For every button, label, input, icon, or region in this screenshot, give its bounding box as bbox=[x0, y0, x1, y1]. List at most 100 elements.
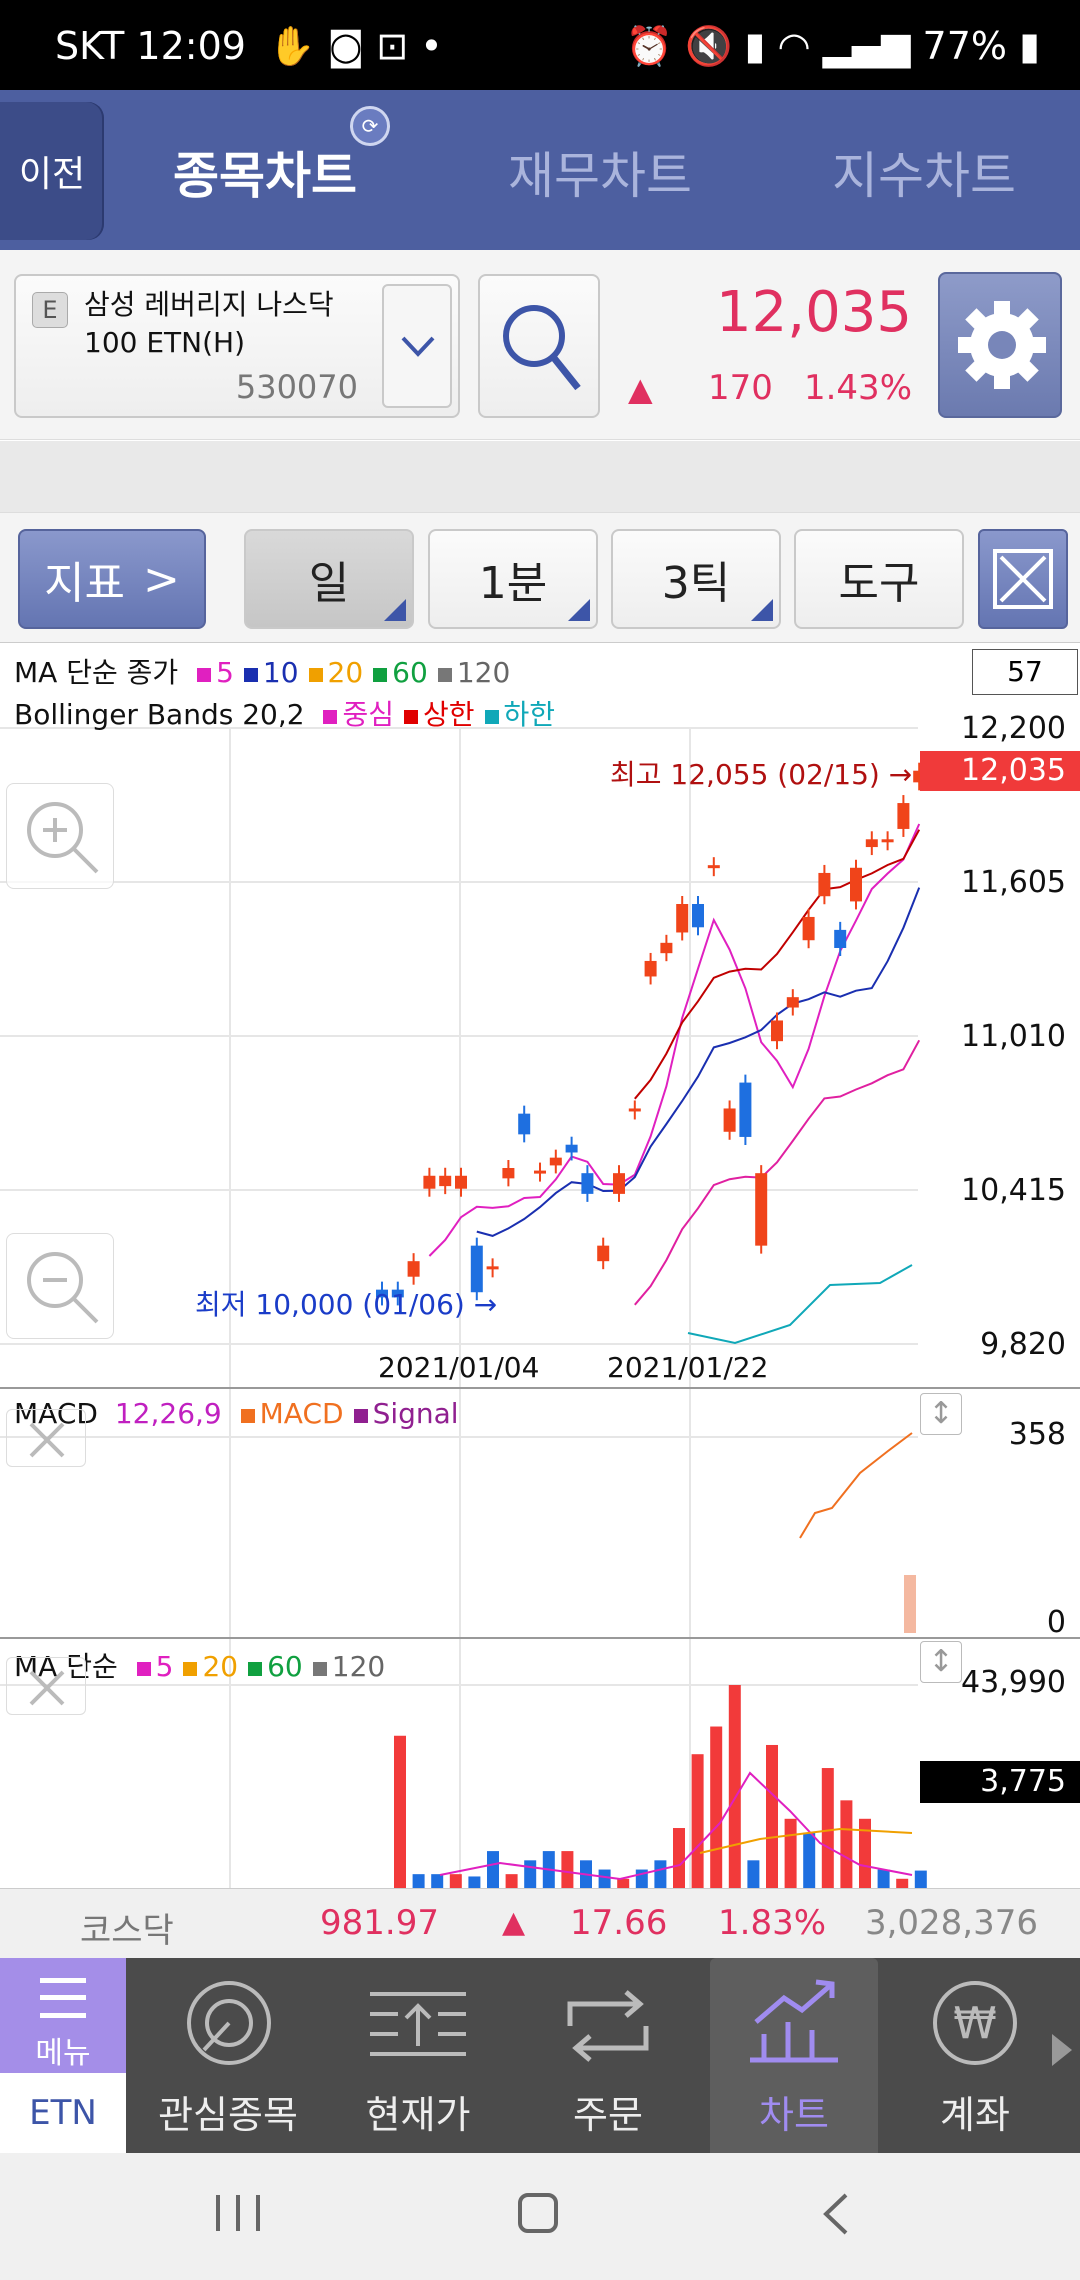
ma10-line bbox=[476, 887, 921, 1237]
close-volume-button[interactable] bbox=[6, 1657, 86, 1715]
legend-item: 120 bbox=[312, 1650, 385, 1683]
close-icon bbox=[29, 1670, 65, 1706]
candle-body bbox=[423, 1175, 436, 1189]
candle-count-box[interactable]: 57 bbox=[972, 649, 1078, 695]
tab-financial-chart[interactable]: 재무차트 bbox=[508, 136, 692, 208]
ma-legend: MA 단순 종가 5 10 20 60 120 bbox=[14, 651, 510, 691]
fullscreen-button[interactable] bbox=[978, 529, 1068, 629]
legend-item: MACD bbox=[240, 1397, 344, 1430]
volume-bar bbox=[691, 1754, 704, 1888]
volume-bar bbox=[394, 1735, 406, 1888]
legend-item: 60 bbox=[248, 1650, 303, 1683]
x-label: 2021/01/22 bbox=[607, 1351, 769, 1384]
ma-legend-prefix: MA 단순 종가 bbox=[14, 656, 179, 689]
candle-body bbox=[644, 960, 657, 977]
nav-watchlist[interactable]: 관심종목 bbox=[144, 1958, 312, 2153]
recent-apps-icon[interactable] bbox=[216, 2195, 260, 2231]
candle-body bbox=[439, 1175, 452, 1187]
tab-stock-chart[interactable]: 종목차트 bbox=[173, 136, 357, 208]
market-index-bar[interactable]: 코스닥 981.97 ▲ 17.66 1.83% 3,028,376 bbox=[0, 1888, 1080, 1958]
stock-dropdown-button[interactable] bbox=[382, 284, 452, 408]
sync-icon[interactable]: ⟳ bbox=[350, 106, 390, 146]
zoom-out-button[interactable] bbox=[6, 1233, 114, 1339]
candle-body bbox=[628, 1108, 641, 1112]
y-label: 9,820 bbox=[980, 1327, 1066, 1362]
menu-button[interactable]: 메뉴 ETN bbox=[0, 1958, 126, 2153]
status-left: SKT 12:09 ✋ ◙ ⊡ • bbox=[55, 24, 443, 69]
volume-bar bbox=[449, 1874, 462, 1888]
minute-button[interactable]: 1분 bbox=[428, 529, 598, 629]
period-day-button[interactable]: 일 bbox=[244, 529, 414, 629]
legend-item: 중심 bbox=[323, 698, 394, 731]
etn-badge: E bbox=[32, 292, 68, 328]
dropdown-corner-icon bbox=[568, 599, 590, 621]
volume-bar bbox=[654, 1860, 667, 1888]
resize-volume-icon[interactable]: ↕ bbox=[920, 1641, 962, 1683]
indicator-button[interactable]: 지표 > bbox=[18, 529, 206, 629]
nav-account[interactable]: ₩ 계좌 bbox=[900, 1958, 1050, 2153]
candle-body bbox=[534, 1170, 546, 1174]
candle-body bbox=[786, 997, 799, 1008]
volume-bar bbox=[431, 1874, 444, 1888]
volume-bar bbox=[617, 1878, 630, 1888]
zoom-in-icon bbox=[27, 802, 99, 874]
candle-body bbox=[771, 1020, 783, 1042]
indicator-label: 지표 bbox=[44, 558, 126, 609]
nav-chart[interactable]: 차트 bbox=[710, 1958, 878, 2153]
tools-button[interactable]: 도구 bbox=[794, 529, 964, 629]
candle-body bbox=[897, 803, 910, 829]
candle-body bbox=[865, 839, 878, 848]
chart-area[interactable]: MA 단순 종가 5 10 20 60 120 Bollinger Bands 20,2… bbox=[0, 643, 1080, 1888]
nav-current-price[interactable]: 현재가 bbox=[334, 1958, 502, 2153]
candle-body bbox=[597, 1245, 610, 1262]
volume-bar bbox=[598, 1869, 611, 1888]
stock-info-row: E 삼성 레버리지 나스닥 100 ETN(H) 530070 12,035 ▲… bbox=[0, 250, 1080, 440]
scroll-right-icon[interactable] bbox=[1052, 2034, 1072, 2066]
zoom-in-button[interactable] bbox=[6, 783, 114, 889]
status-bar: SKT 12:09 ✋ ◙ ⊡ • ⏰ 🔇 ▮ ◠ ▂▄▆ 77% ▮ bbox=[0, 0, 1080, 90]
nav-order[interactable]: 주문 bbox=[524, 1958, 692, 2153]
price-chart-canvas[interactable] bbox=[0, 643, 1080, 1888]
stock-selector[interactable]: E 삼성 레버리지 나스닥 100 ETN(H) 530070 bbox=[14, 274, 460, 418]
home-icon[interactable] bbox=[518, 2193, 558, 2233]
volume-bar bbox=[728, 1685, 741, 1888]
settings-button[interactable] bbox=[938, 272, 1062, 418]
chevron-down-icon bbox=[401, 336, 435, 357]
y-label: 11,010 bbox=[961, 1019, 1066, 1054]
nav-label: 관심종목 bbox=[158, 2093, 298, 2137]
macd-legend-items: MACD Signal bbox=[231, 1397, 459, 1430]
tick-button[interactable]: 3틱 bbox=[611, 529, 781, 629]
nav-label: 현재가 bbox=[365, 2093, 471, 2137]
tab-index-chart[interactable]: 지수차트 bbox=[832, 136, 1016, 208]
market-value: 981.97 bbox=[320, 1903, 439, 1943]
nav-label: 차트 bbox=[759, 2093, 829, 2137]
system-navigation bbox=[0, 2153, 1080, 2280]
low-annotation: 최저 10,000 (01/06) → bbox=[195, 1288, 498, 1321]
period-label: 일 bbox=[308, 558, 350, 609]
stock-code: 530070 bbox=[235, 368, 358, 406]
back-button[interactable]: 이전 bbox=[0, 102, 104, 240]
top-navigation: 이전 종목차트 ⟳ 재무차트 지수차트 bbox=[0, 90, 1080, 250]
bb-legend-items: 중심 상한 하한 bbox=[313, 698, 555, 731]
nav-label: 주문 bbox=[573, 2093, 643, 2137]
volume-bar bbox=[914, 1870, 927, 1888]
search-button[interactable] bbox=[478, 274, 600, 418]
legend-item: 상한 bbox=[404, 698, 475, 731]
up-triangle-icon: ▲ bbox=[628, 370, 653, 408]
current-price-tag: 12,035 bbox=[920, 751, 1080, 791]
volume-bar bbox=[561, 1851, 574, 1888]
volume-bar bbox=[766, 1744, 778, 1888]
resize-macd-icon[interactable]: ↕ bbox=[920, 1393, 962, 1435]
volume-bar bbox=[896, 1878, 909, 1888]
price-change: 170 bbox=[708, 368, 773, 408]
y-label: 10,415 bbox=[961, 1173, 1066, 1208]
price-change-pct: 1.43% bbox=[803, 368, 912, 408]
bb-lower-band-line bbox=[687, 1264, 913, 1345]
bb-legend-prefix: Bollinger Bands 20,2 bbox=[14, 698, 305, 731]
close-macd-button[interactable] bbox=[6, 1409, 86, 1467]
clock: 12:09 bbox=[136, 24, 246, 68]
tools-label: 도구 bbox=[838, 558, 920, 609]
dropdown-corner-icon bbox=[751, 599, 773, 621]
back-icon[interactable] bbox=[820, 2191, 850, 2237]
notification-icons: ✋ ◙ ⊡ • bbox=[268, 24, 443, 68]
